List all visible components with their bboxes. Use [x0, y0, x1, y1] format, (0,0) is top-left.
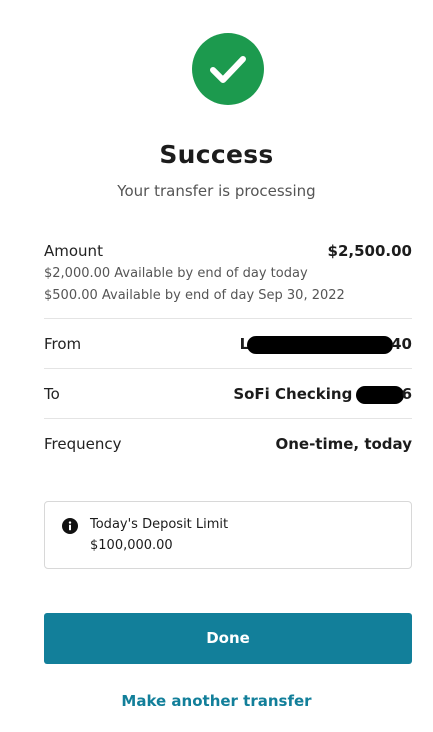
redaction-mark	[355, 385, 404, 404]
amount-availability-later: $500.00 Available by end of day Sep 30, …	[44, 288, 345, 303]
deposit-limit-label: Today's Deposit Limit	[90, 517, 229, 532]
redaction-mark	[247, 335, 394, 354]
deposit-limit-value: $100,000.00	[90, 538, 173, 553]
to-row: To SoFi Checking 6	[44, 369, 412, 419]
to-label: To	[44, 385, 60, 403]
from-value: L 40	[240, 335, 412, 354]
frequency-row: Frequency One-time, today	[44, 419, 412, 468]
transfer-details: Amount $2,500.00 $2,000.00 Available by …	[44, 232, 412, 468]
frequency-value: One-time, today	[275, 435, 412, 453]
from-row: From L 40	[44, 319, 412, 369]
from-value-suffix: 40	[391, 335, 412, 353]
info-icon	[62, 518, 78, 534]
to-value-prefix: SoFi Checking	[233, 385, 353, 403]
from-label: From	[44, 335, 82, 353]
make-another-transfer-link[interactable]: Make another transfer	[0, 692, 433, 710]
frequency-label: Frequency	[44, 435, 122, 453]
info-glyph	[68, 521, 72, 531]
page-subtitle: Your transfer is processing	[117, 182, 316, 200]
checkmark-icon	[210, 56, 246, 83]
amount-value: $2,500.00	[327, 242, 412, 260]
done-button[interactable]: Done	[44, 613, 412, 664]
amount-availability-today: $2,000.00 Available by end of day today	[44, 266, 308, 281]
amount-label: Amount	[44, 242, 103, 260]
to-value-suffix: 6	[401, 385, 412, 403]
to-value: SoFi Checking 6	[233, 385, 412, 404]
amount-section: Amount $2,500.00 $2,000.00 Available by …	[44, 232, 412, 319]
page-title: Success	[159, 140, 274, 169]
success-check-icon	[192, 33, 264, 105]
deposit-limit-card: Today's Deposit Limit $100,000.00	[44, 501, 412, 569]
